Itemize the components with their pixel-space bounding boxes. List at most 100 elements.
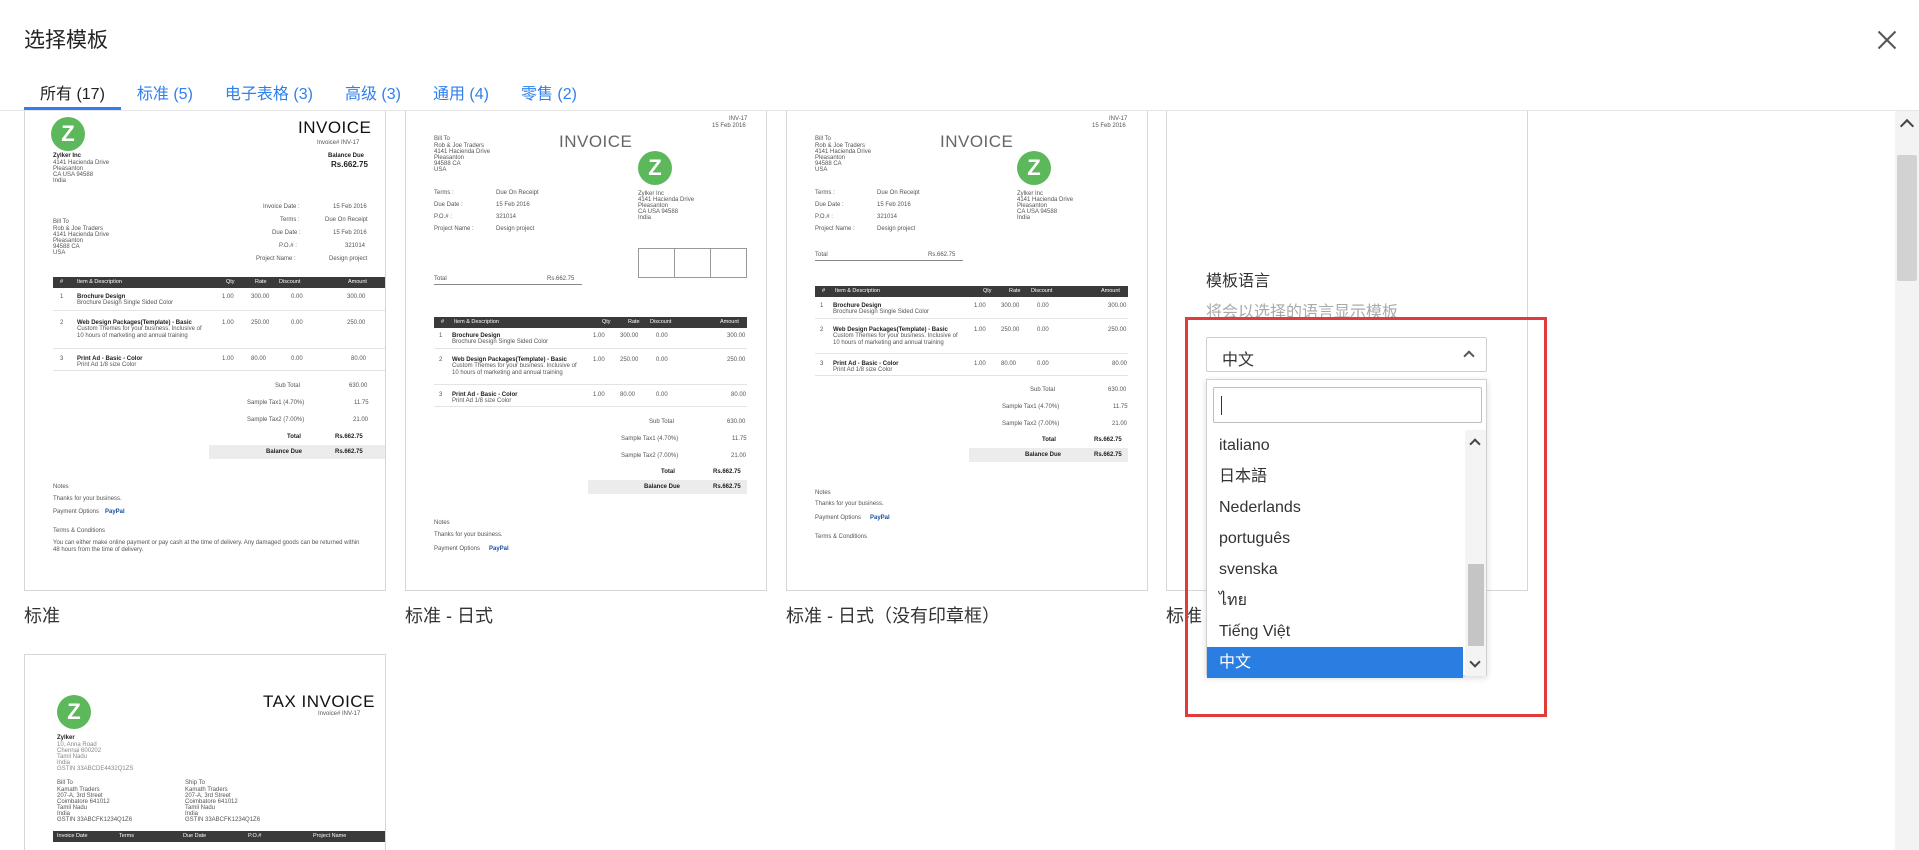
company-name: Zylker Inc — [53, 153, 82, 159]
invoice-heading: INVOICE — [298, 118, 372, 137]
col-header: Terms — [119, 833, 134, 839]
summary-value: Rs.662.75 — [335, 449, 363, 455]
meta-value: 15 Feb 2016 — [877, 202, 911, 208]
chevron-up-icon — [1463, 350, 1475, 362]
language-options-list: italiano 日本語 Nederlands português svensk… — [1207, 430, 1463, 678]
meta-label: Project Name : — [256, 256, 296, 262]
summary-value: 630.00 — [1108, 387, 1127, 393]
meta-label: Terms : — [280, 217, 300, 223]
invoice-number: Invoice# INV-17 — [318, 711, 361, 717]
language-option-vietnamese[interactable]: Tiếng Việt — [1207, 616, 1463, 647]
page-scrollbar[interactable] — [1895, 111, 1919, 850]
item-qty: 1.00 — [593, 333, 605, 339]
template-gallery: Z INVOICE Invoice# INV-17 Balance Due Rs… — [0, 111, 1895, 850]
meta-label: Due Date : — [434, 202, 463, 208]
col-header: Item & Description — [77, 279, 122, 285]
seal-box — [674, 248, 711, 278]
language-select[interactable]: 中文 — [1206, 337, 1487, 372]
template-thumbnail[interactable]: Z INVOICE Invoice# INV-17 Balance Due Rs… — [24, 111, 386, 591]
row-divider — [53, 348, 385, 349]
page-scroll-thumb[interactable] — [1897, 155, 1917, 281]
item-amount: 80.00 — [351, 356, 367, 362]
scroll-up-icon[interactable] — [1899, 118, 1915, 134]
meta-value: Design project — [877, 226, 916, 232]
invoice-number: Invoice# INV-17 — [317, 140, 360, 146]
company-name: Zylker — [57, 735, 75, 741]
template-thumbnail[interactable]: INV-17 15 Feb 2016 INVOICE Bill To Rob &… — [786, 111, 1148, 591]
template-thumbnail[interactable]: Z TAX INVOICE Invoice# INV-17 Zylker 10,… — [24, 654, 386, 850]
invoice-number: INV-17 — [729, 116, 748, 122]
meta-label: Terms : — [815, 190, 835, 196]
meta-value: 321014 — [877, 214, 898, 220]
zylker-logo-icon: Z — [57, 695, 91, 729]
col-header: Amount — [720, 319, 739, 325]
item-rate: 80.00 — [251, 356, 267, 362]
item-rate: 300.00 — [1001, 303, 1020, 309]
language-option-italiano[interactable]: italiano — [1207, 430, 1463, 461]
summary-label: Sample Tax2 (7.00%) — [621, 453, 679, 459]
tab-standard[interactable]: 标准 (5) — [121, 76, 209, 110]
item-disc: 0.00 — [656, 333, 668, 339]
row-divider — [434, 406, 747, 407]
balance-amount: Rs.662.75 — [331, 160, 368, 169]
tab-universal[interactable]: 通用 (4) — [417, 76, 505, 110]
notes-label: Notes — [815, 490, 831, 496]
tab-all[interactable]: 所有 (17) — [24, 76, 121, 110]
language-option-swedish[interactable]: svenska — [1207, 554, 1463, 585]
meta-value: 15 Feb 2016 — [333, 204, 367, 210]
meta-label: P.O.# : — [279, 243, 297, 249]
language-option-thai[interactable]: ไทย — [1207, 585, 1463, 616]
col-header: Qty — [602, 319, 611, 325]
seal-box — [638, 248, 675, 278]
bill-to-line: USA — [53, 250, 66, 256]
item-number: 3 — [60, 356, 64, 362]
company-address-line: India — [1017, 215, 1031, 221]
bill-to-label: Bill To — [815, 136, 831, 142]
meta-label: Invoice Date : — [263, 204, 300, 210]
tab-premium[interactable]: 高级 (3) — [329, 76, 417, 110]
item-desc: Print Ad 1/8 size Color — [452, 398, 512, 404]
item-table-header: # Item & Description Qty Rate Discount A… — [53, 277, 385, 288]
notes-label: Notes — [53, 484, 69, 490]
summary-label: Balance Due — [1025, 452, 1062, 458]
bill-to-label: Bill To — [434, 136, 450, 142]
item-rate: 80.00 — [1001, 361, 1017, 367]
item-amount: 80.00 — [731, 392, 747, 398]
invoice-number: INV-17 — [1109, 116, 1128, 122]
item-table-header: # Item & Description Qty Rate Discount A… — [815, 286, 1128, 297]
tab-spreadsheet[interactable]: 电子表格 (3) — [209, 76, 329, 110]
item-desc: Brochure Design Single Sided Color — [833, 309, 930, 315]
summary-label: Balance Due — [644, 484, 681, 490]
item-rate: 250.00 — [1001, 327, 1020, 333]
notes-text: Thanks for your business. — [434, 532, 503, 538]
payment-options-label: Payment Options — [53, 509, 100, 515]
text-caret — [1221, 396, 1222, 415]
total-value: Rs.662.75 — [928, 252, 956, 258]
company-address-line: GSTIN 33ABCDE4432Q1ZS — [57, 766, 134, 772]
dropdown-scroll-thumb[interactable] — [1468, 564, 1484, 646]
invoice-heading: INVOICE — [559, 132, 633, 151]
template-thumbnail[interactable]: INV-17 15 Feb 2016 INVOICE Bill To Rob &… — [405, 111, 767, 591]
tax-invoice-heading: TAX INVOICE — [263, 692, 375, 711]
language-search-input[interactable] — [1213, 387, 1482, 423]
scroll-up-icon[interactable] — [1469, 438, 1481, 450]
template-name: 标准 — [24, 606, 60, 626]
tab-retail[interactable]: 零售 (2) — [505, 76, 593, 110]
col-header: Item & Description — [454, 319, 499, 325]
dropdown-scrollbar[interactable] — [1465, 430, 1486, 676]
zylker-logo-icon: Z — [1017, 151, 1051, 185]
language-option-chinese[interactable]: 中文 — [1207, 647, 1463, 678]
item-amount: 300.00 — [1108, 303, 1127, 309]
language-option-dutch[interactable]: Nederlands — [1207, 492, 1463, 523]
item-qty: 1.00 — [593, 357, 605, 363]
language-option-portuguese[interactable]: português — [1207, 523, 1463, 554]
close-icon[interactable] — [1874, 28, 1900, 54]
scroll-down-icon[interactable] — [1469, 656, 1481, 668]
col-header: Due Date — [183, 833, 207, 839]
language-option-japanese[interactable]: 日本語 — [1207, 461, 1463, 492]
summary-value: 21.00 — [731, 453, 747, 459]
item-desc: Brochure Design Single Sided Color — [452, 339, 549, 345]
item-amount: 300.00 — [727, 333, 746, 339]
summary-value: 11.75 — [1113, 404, 1128, 410]
col-header: Invoice Date — [57, 833, 88, 839]
